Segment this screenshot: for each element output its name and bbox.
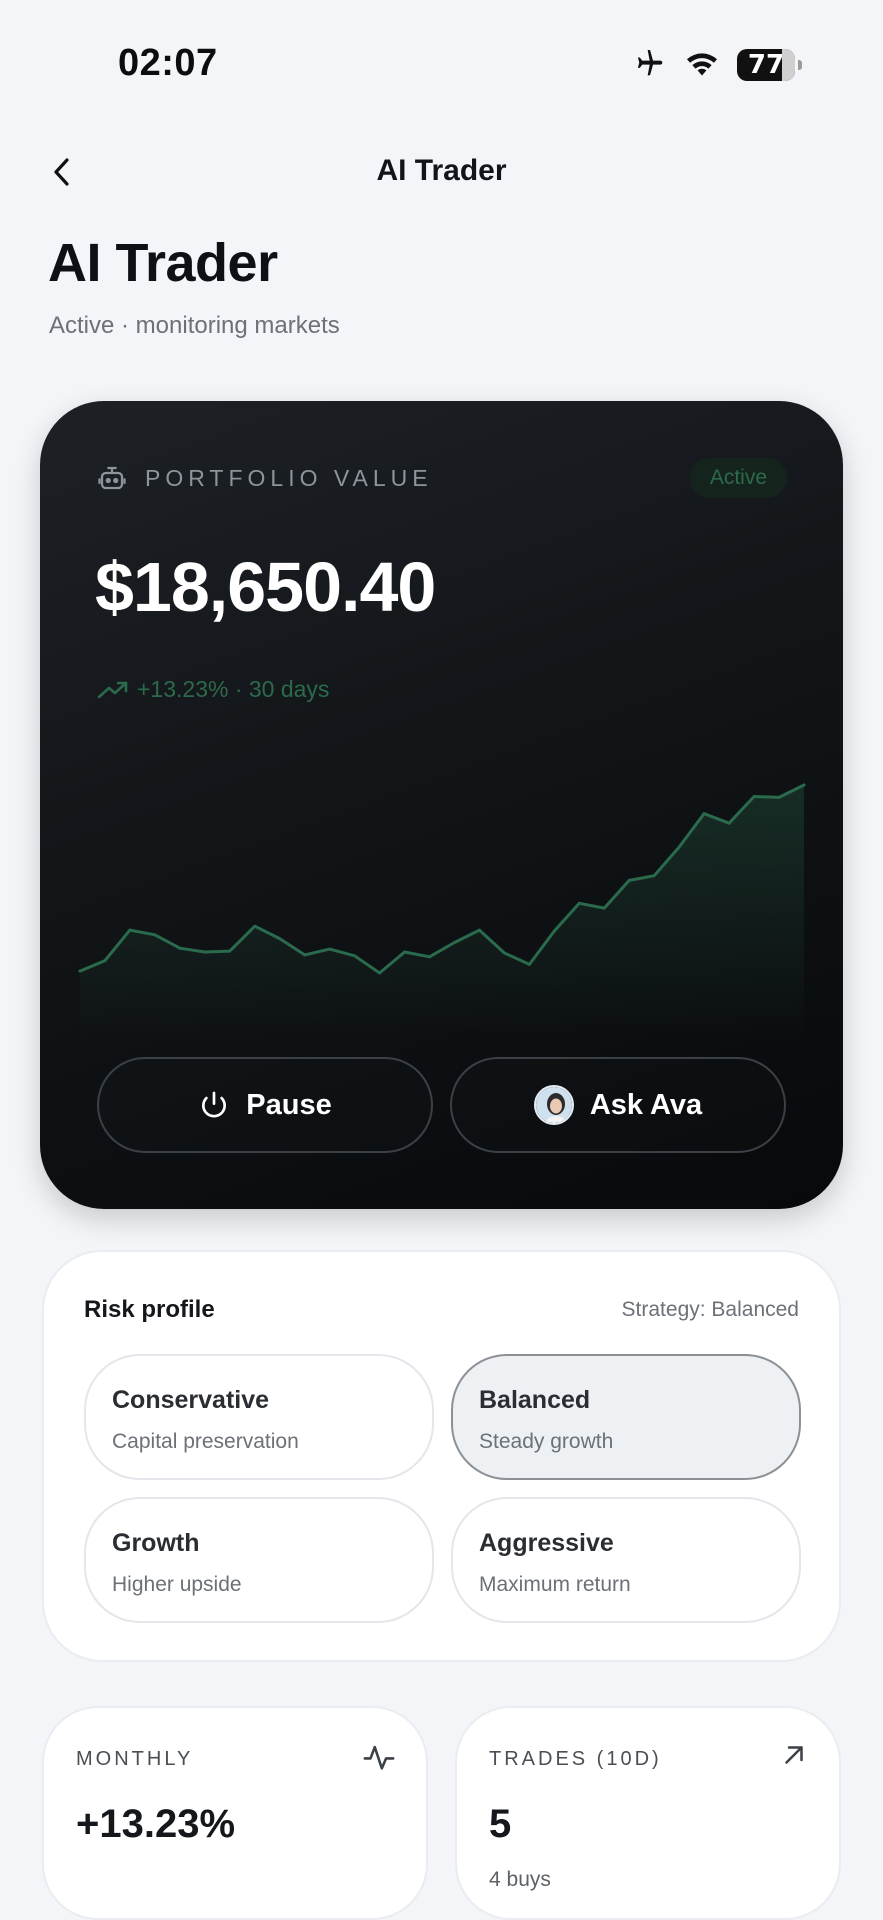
chart-point-12 [378,971,381,975]
portfolio-chart [78,783,806,1041]
ask-ava-label: Ask Ava [589,1088,703,1121]
risk-option-aggressive[interactable]: Aggressive Maximum return [451,1497,801,1623]
pause-label: Pause [246,1088,332,1121]
risk-option-name: Balanced [479,1386,591,1414]
activity-pulse-icon [362,1740,396,1779]
chart-point-14 [428,955,431,959]
chart-point-10 [328,947,332,951]
portfolio-change: +13.23% · 30 days [97,676,329,703]
status-bar: 02:07 77 [0,0,883,120]
page-subtitle: Active · monitoring markets [49,312,340,339]
risk-option-desc: Higher upside [112,1573,242,1596]
stat-label: MONTHLY [76,1748,194,1770]
chart-point-7 [253,924,257,928]
arrow-up-right-icon [779,1740,809,1775]
status-icons: 77 [631,46,802,83]
chart-point-24 [677,845,681,849]
risk-option-name: Conservative [112,1386,270,1414]
risk-title: Risk profile [84,1296,215,1323]
robot-icon [98,466,126,490]
nav-title: AI Trader [376,154,507,187]
risk-option-desc: Capital preservation [112,1430,299,1453]
portfolio-change-text: +13.23% · 30 days [137,676,330,702]
trending-up-icon [97,681,128,698]
chart-point-4 [178,946,182,950]
risk-strategy: Strategy: Balanced [621,1298,799,1321]
chart-point-1 [103,959,107,962]
nav-bar: AI Trader [0,140,883,210]
risk-profile-card: Risk profile Strategy: Balanced Conserva… [42,1250,841,1662]
chart-point-13 [403,950,406,954]
battery-icon: 77 [737,48,802,81]
trades-stat-card[interactable]: TRADES (10D) 5 4 buys [455,1706,841,1920]
chart-point-15 [453,941,456,944]
chart-point-0 [78,969,82,973]
chart-point-22 [627,879,631,882]
chart-point-2 [128,928,132,932]
chart-point-27 [752,795,756,798]
chart-point-21 [602,906,606,910]
stat-value: +13.23% [76,1802,236,1846]
airplane-icon [631,46,667,83]
risk-option-desc: Maximum return [479,1573,631,1596]
ai-trader-screen: 02:07 77 AI Trader AI Trader Active · mo… [0,0,883,1920]
stat-value: 5 [489,1802,512,1846]
portfolio-label-text: PORTFOLIO VALUE [145,464,433,491]
risk-option-conservative[interactable]: Conservative Capital preservation [84,1354,434,1480]
portfolio-card: PORTFOLIO VALUE Active $18,650.40 +13.23… [40,401,843,1209]
chart-point-26 [727,821,731,825]
risk-option-balanced[interactable]: Balanced Steady growth [451,1354,801,1480]
monthly-stat-card[interactable]: MONTHLY +13.23% [42,1706,428,1920]
chart-point-9 [303,953,307,957]
chart-point-6 [228,949,232,953]
chart-point-23 [652,874,656,878]
chart-point-20 [577,901,581,905]
portfolio-label: PORTFOLIO VALUE [97,463,433,493]
power-icon [202,1091,227,1118]
portfolio-value: $18,650.40 [95,548,436,626]
chart-point-17 [503,951,506,955]
chart-point-19 [552,929,556,933]
status-time: 02:07 [118,42,218,84]
chart-point-29 [802,783,806,787]
wifi-icon [683,47,721,82]
chart-point-16 [478,928,481,932]
chart-point-28 [777,796,781,799]
chart-point-18 [527,963,531,966]
chart-point-8 [278,937,282,941]
ava-avatar [533,1085,574,1125]
stat-sub: 4 buys [489,1868,551,1891]
status-badge: Active [689,458,787,498]
page-title: AI Trader [48,233,278,293]
battery-level: 77 [747,49,785,80]
chart-point-3 [153,933,157,937]
risk-option-growth[interactable]: Growth Higher upside [84,1497,434,1623]
chart-point-5 [203,950,207,954]
stat-label: TRADES (10D) [489,1748,662,1770]
chart-point-11 [353,954,357,958]
risk-option-name: Growth [112,1529,200,1557]
pause-button[interactable]: Pause [97,1057,433,1153]
chart-point-25 [702,812,706,816]
risk-option-desc: Steady growth [479,1430,614,1453]
ask-ava-button[interactable]: Ask Ava [450,1057,786,1153]
risk-option-name: Aggressive [479,1529,614,1557]
